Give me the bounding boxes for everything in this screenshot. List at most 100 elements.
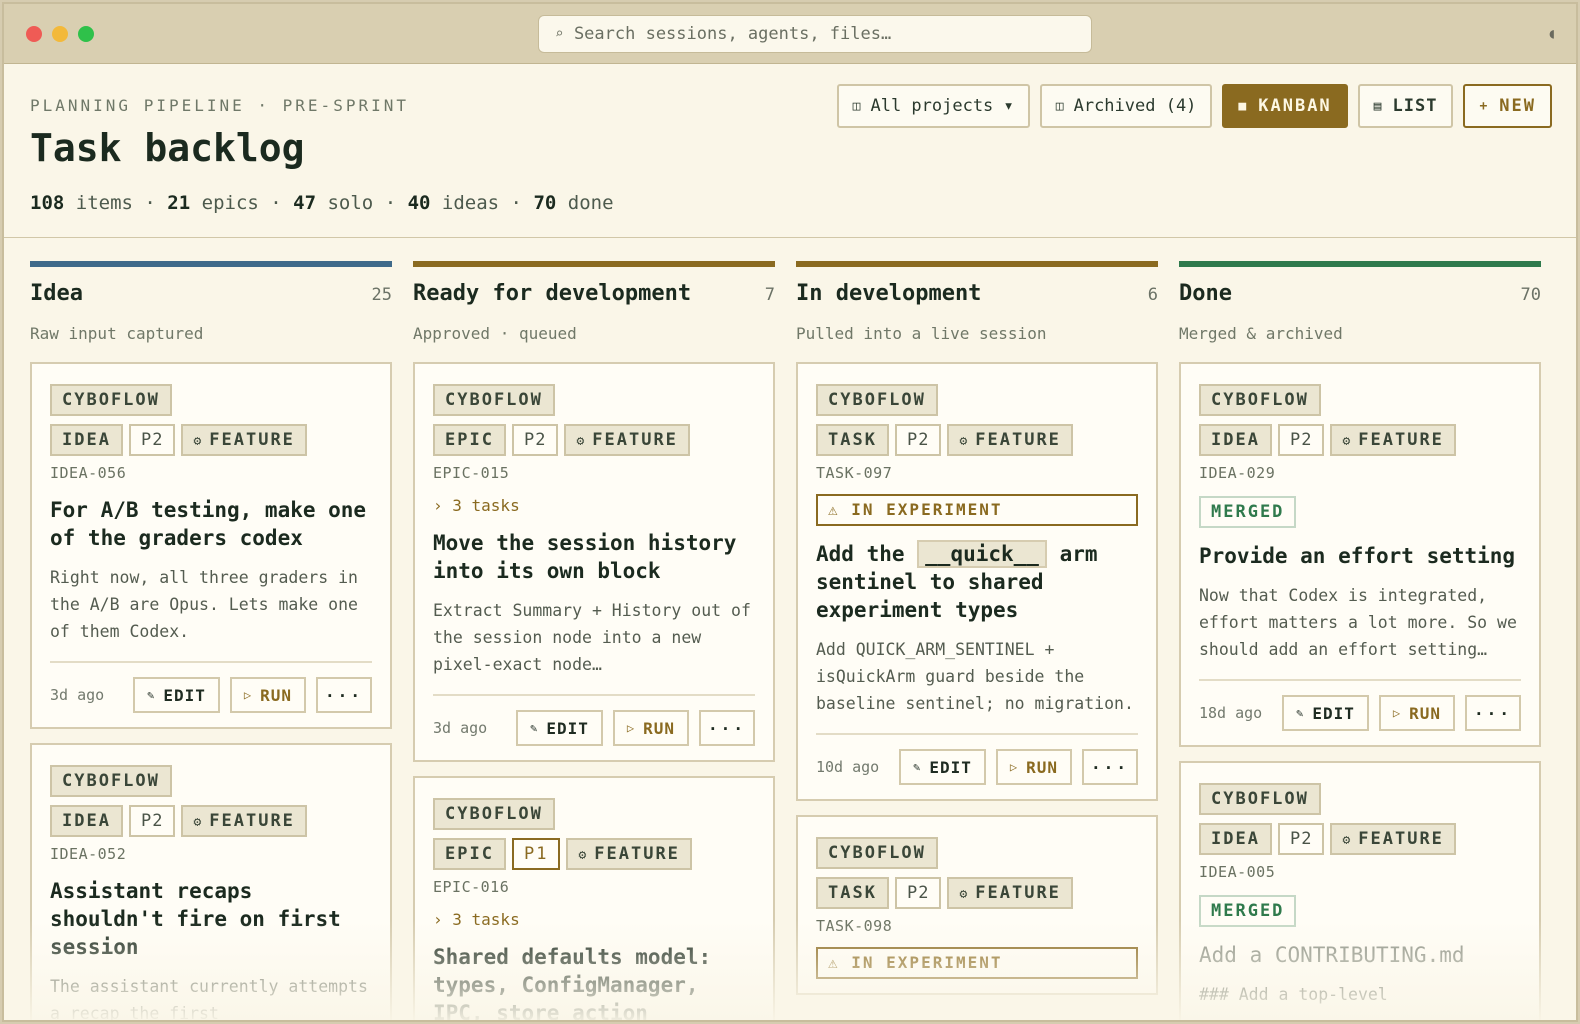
status-badge: ⚠ IN EXPERIMENT (816, 494, 1138, 526)
card-title: Shared defaults model: types, ConfigMana… (433, 945, 712, 1022)
run-label: RUN (1409, 703, 1441, 723)
priority-tag: P2 (894, 424, 942, 456)
run-label: RUN (1026, 757, 1058, 777)
more-options-button[interactable]: ··· (316, 677, 372, 713)
column-title: In development (796, 281, 982, 306)
type-label: FEATURE (209, 811, 295, 831)
run-button[interactable]: ▷ RUN (995, 749, 1072, 785)
card-id: IDEA-005 (1199, 863, 1276, 881)
more-options-button[interactable]: ··· (1465, 695, 1521, 731)
run-button[interactable]: ▷ RUN (612, 710, 689, 746)
card-description: Right now, all three graders in the A/B … (50, 568, 358, 641)
column-accent-bar (1179, 261, 1541, 267)
stat-solo-value: 47 (293, 192, 317, 214)
card-age: 3d ago (433, 719, 488, 737)
more-options-button[interactable]: ··· (699, 710, 755, 746)
minimize-window-button[interactable] (52, 26, 68, 42)
new-label: NEW (1499, 96, 1536, 116)
kind-tag: TASK (816, 424, 889, 456)
breadcrumb: PLANNING PIPELINE · PRE-SPRINT (30, 96, 409, 115)
edit-button[interactable]: ✎ EDIT (133, 677, 220, 713)
edit-label: EDIT (1312, 703, 1355, 723)
status-label: IN EXPERIMENT (851, 953, 1003, 972)
card-title-part: Add the (816, 542, 918, 566)
maximize-window-button[interactable] (78, 26, 94, 42)
projects-filter-dropdown[interactable]: ◫ All projects ▾ (836, 84, 1030, 128)
card-title: Move the session history into its own bl… (433, 531, 737, 583)
card-title: Provide an effort setting (1199, 544, 1516, 568)
pencil-icon: ✎ (530, 721, 539, 735)
gear-icon: ⚙ (578, 848, 589, 863)
close-window-button[interactable] (26, 26, 42, 42)
card-age: 10d ago (816, 758, 880, 776)
task-card[interactable]: CYBOFLOW IDEA P2 ⚙ FEATURE IDEA-056 For A/B… (30, 362, 392, 729)
column-header: Done 70 (1179, 281, 1541, 306)
card-description: Add QUICK_ARM_SENTINEL + isQuickArm guar… (816, 640, 1134, 713)
run-button[interactable]: ▷ RUN (229, 677, 306, 713)
kind-tag: IDEA (1199, 823, 1272, 855)
card-description: The assistant currently attempts a recap… (50, 977, 368, 1022)
archived-button[interactable]: ◫ Archived (4) (1039, 84, 1213, 128)
type-tag: ⚙ FEATURE (1330, 823, 1456, 855)
type-tag: ⚙ FEATURE (947, 877, 1073, 909)
edit-button[interactable]: ✎ EDIT (899, 749, 986, 785)
project-tag: CYBOFLOW (816, 384, 938, 416)
run-button[interactable]: ▷ RUN (1378, 695, 1455, 731)
card-footer: 10d ago ✎ EDIT ▷ RUN ··· (816, 733, 1138, 785)
subtasks-toggle[interactable]: › 3 tasks (433, 496, 755, 515)
theme-toggle-icon[interactable]: ◖ (1548, 26, 1556, 42)
column-title: Done (1179, 281, 1232, 306)
task-card[interactable]: CYBOFLOW TASK P2 ⚙ FEATURE TASK-097 ⚠ IN EX… (796, 362, 1158, 801)
project-tag: CYBOFLOW (816, 837, 938, 869)
task-card[interactable]: CYBOFLOW EPIC P2 ⚙ FEATURE EPIC-015 › 3 tas… (413, 362, 775, 762)
archived-label: Archived (4) (1073, 96, 1197, 116)
card-footer: 18d ago ✎ EDIT ▷ RUN ··· (1199, 679, 1521, 731)
list-view-button[interactable]: ▤ LIST (1357, 84, 1454, 128)
card-footer: 3d ago ✎ EDIT ▷ RUN ··· (50, 661, 372, 713)
merged-badge: MERGED (1199, 895, 1297, 927)
column-count: 70 (1520, 285, 1541, 305)
priority-tag: P2 (1277, 424, 1325, 456)
app-window: ⌕ ◖ PLANNING PIPELINE · PRE-SPRINT Task … (2, 2, 1578, 1022)
card-title: Add the __quick__ arm sentinel to shared… (816, 540, 1138, 624)
subtasks-toggle[interactable]: › 3 tasks (433, 910, 755, 929)
column-in-development: In development 6 Pulled into a live sess… (796, 261, 1158, 1020)
search-input[interactable] (573, 24, 1054, 44)
task-card[interactable]: CYBOFLOW IDEA P2 ⚙ FEATURE IDEA-052 Assista… (30, 743, 392, 1022)
type-tag: ⚙ FEATURE (1330, 424, 1456, 456)
pencil-icon: ✎ (913, 760, 922, 774)
more-options-button[interactable]: ··· (1082, 749, 1138, 785)
column-count: 7 (764, 285, 775, 305)
card-description: Now that Codex is integrated, effort mat… (1199, 586, 1517, 659)
search-bar[interactable]: ⌕ (538, 15, 1092, 53)
gear-icon: ⚙ (959, 887, 970, 902)
project-tag: CYBOFLOW (1199, 384, 1321, 416)
task-card[interactable]: CYBOFLOW EPIC P1 ⚙ FEATURE EPIC-016 › 3 tas… (413, 776, 775, 1022)
new-item-button[interactable]: + NEW (1463, 84, 1552, 128)
list-label: LIST (1392, 96, 1438, 116)
kanban-view-button[interactable]: ■ KANBAN (1222, 84, 1348, 128)
card-description: ### Add a top-level (1199, 985, 1388, 1004)
card-id: IDEA-029 (1199, 464, 1276, 482)
archive-icon: ◫ (1055, 98, 1064, 114)
stat-items-label: items (64, 192, 133, 214)
card-age: 3d ago (50, 686, 105, 704)
play-icon: ▷ (626, 721, 636, 735)
edit-button[interactable]: ✎ EDIT (1282, 695, 1369, 731)
task-card[interactable]: CYBOFLOW IDEA P2 ⚙ FEATURE IDEA-029 MERGED … (1179, 362, 1541, 747)
stat-separator: · (499, 192, 534, 214)
column-subtitle: Raw input captured (30, 324, 204, 343)
task-card[interactable]: CYBOFLOW TASK P2 ⚙ FEATURE TASK-098 ⚠ IN EX… (796, 815, 1158, 995)
type-tag: ⚙ FEATURE (181, 805, 307, 837)
priority-tag: P2 (1277, 823, 1325, 855)
type-label: FEATURE (592, 430, 678, 450)
project-tag: CYBOFLOW (50, 765, 172, 797)
column-done: Done 70 Merged & archived CYBOFLOW IDEA P… (1179, 261, 1541, 1020)
run-label: RUN (643, 718, 675, 738)
edit-button[interactable]: ✎ EDIT (516, 710, 603, 746)
column-subtitle: Pulled into a live session (796, 324, 1047, 343)
type-tag: ⚙ FEATURE (947, 424, 1073, 456)
task-card[interactable]: CYBOFLOW IDEA P2 ⚙ FEATURE IDEA-005 MERGED … (1179, 761, 1541, 1020)
type-tag: ⚙ FEATURE (181, 424, 307, 456)
type-label: FEATURE (209, 430, 295, 450)
